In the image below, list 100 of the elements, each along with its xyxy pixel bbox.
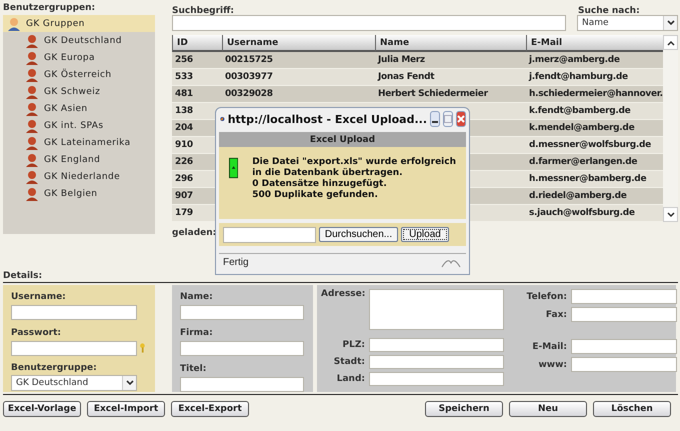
upload-note: geladen: — [172, 228, 216, 238]
field-label: PLZ: — [342, 340, 365, 350]
upload-button[interactable]: Upload — [401, 227, 449, 242]
column-header[interactable]: ID — [172, 35, 222, 52]
table-cell: d.messner@wolfsburg.de — [526, 137, 663, 154]
field-label: Benutzergruppe: — [11, 363, 98, 373]
table-cell: 481 — [172, 86, 222, 103]
tree-item[interactable]: GK Schweiz — [3, 83, 155, 100]
password-field[interactable] — [11, 340, 137, 356]
column-header[interactable]: Name — [375, 35, 526, 52]
tree-item[interactable]: GK Österreich — [3, 66, 155, 83]
text-field[interactable] — [180, 377, 304, 392]
user-icon — [25, 170, 39, 184]
details-label: Details: — [3, 271, 42, 281]
column-header[interactable]: E-Mail — [526, 35, 663, 52]
field-label: Land: — [336, 374, 365, 384]
field-label: www: — [537, 360, 567, 370]
search-mode-select[interactable]: Name — [577, 15, 678, 31]
tree-item[interactable]: GK Gruppen — [3, 15, 155, 32]
search-field[interactable] — [172, 15, 566, 31]
excel-button[interactable]: Excel-Export — [171, 401, 249, 417]
address-field[interactable] — [369, 289, 504, 330]
scroll-down-icon[interactable] — [663, 207, 678, 222]
field-label: Adresse: — [321, 289, 365, 299]
user-icon — [25, 68, 39, 82]
tree-item[interactable]: GK Deutschland — [3, 32, 155, 49]
text-field[interactable] — [180, 305, 304, 320]
action-button[interactable]: Speichern — [425, 401, 503, 417]
table-cell: 00329028 — [222, 86, 375, 103]
field-label: Passwort: — [11, 328, 62, 338]
search-label: Suchbegriff: — [172, 6, 234, 16]
table-cell: Julia Merz — [375, 52, 526, 69]
text-field[interactable] — [369, 355, 504, 369]
close-icon[interactable] — [456, 111, 466, 127]
text-field[interactable] — [369, 338, 504, 352]
user-icon — [25, 136, 39, 150]
status-text: Fertig — [223, 257, 249, 268]
user-icon — [25, 34, 39, 48]
user-icon — [25, 102, 39, 116]
tree-item[interactable]: GK Europa — [3, 49, 155, 66]
text-field[interactable] — [571, 289, 677, 304]
field-label: Name: — [180, 292, 214, 302]
user-icon — [25, 152, 39, 166]
field-label: Firma: — [180, 328, 214, 338]
user-icon — [25, 84, 39, 98]
action-button[interactable]: Neu — [509, 401, 587, 417]
table-cell: 00303977 — [222, 69, 375, 86]
message-line: 0 Datensätze hinzugefügt. — [252, 179, 388, 190]
minimize-icon[interactable] — [430, 111, 440, 127]
message-line: 500 Duplikate gefunden. — [252, 190, 379, 201]
tree-item[interactable]: GK int. SPAs — [3, 117, 155, 134]
tree-item[interactable]: GK Asien — [3, 100, 155, 117]
tree-item[interactable]: GK Niederlande — [3, 168, 155, 185]
tree-item[interactable]: GK England — [3, 151, 155, 168]
excel-button[interactable]: Excel-Vorlage — [3, 401, 81, 417]
field-label: Fax: — [544, 310, 567, 320]
field-label: Titel: — [180, 364, 208, 374]
table-cell: j.fendt@hamburg.de — [526, 69, 663, 86]
table-cell: k.mendel@amberg.de — [526, 120, 663, 137]
table-cell: d.riedel@amberg.de — [526, 188, 663, 205]
caret-icon — [663, 16, 677, 30]
table-cell: s.jauch@wolfsburg.de — [526, 205, 663, 222]
text-field[interactable] — [369, 372, 504, 386]
field-label: Username: — [11, 292, 67, 302]
text-field[interactable] — [571, 357, 677, 372]
table-cell: 533 — [172, 69, 222, 86]
table-cell: h.schiedermeier@hannover. — [526, 86, 663, 103]
field-label: E-Mail: — [531, 342, 567, 352]
text-field[interactable] — [571, 339, 677, 354]
table-cell: j.merz@amberg.de — [526, 52, 663, 69]
dialog-title: http://localhost - Excel Upload... — [228, 112, 427, 126]
dialog-heading: Excel Upload — [219, 132, 466, 147]
user-icon — [25, 186, 39, 200]
excel-button[interactable]: Excel-Import — [87, 401, 165, 417]
username-field[interactable] — [11, 305, 137, 320]
text-field[interactable] — [180, 341, 304, 356]
column-header[interactable]: Username — [222, 35, 375, 52]
groups-label: Benutzergruppen: — [3, 3, 96, 13]
action-button[interactable]: Löschen — [593, 401, 671, 417]
table-cell: Herbert Schiedermeier — [375, 86, 526, 103]
table-cell: d.farmer@erlangen.de — [526, 154, 663, 171]
group-select[interactable]: GK Deutschland — [11, 375, 137, 391]
table-cell: 256 — [172, 52, 222, 69]
file-field[interactable] — [223, 226, 316, 242]
user-icon — [25, 118, 39, 132]
field-label: Telefon: — [526, 292, 567, 302]
message-line: in die Datenbank übertragen. — [252, 168, 404, 179]
scroll-up-icon[interactable] — [663, 35, 678, 50]
tree-item[interactable]: GK Lateinamerika — [3, 134, 155, 151]
search-mode-label: Suche nach: — [578, 6, 641, 16]
caret-icon — [122, 376, 136, 390]
text-field[interactable] — [571, 307, 677, 322]
table-cell: k.fendt@bamberg.de — [526, 103, 663, 120]
tree-item[interactable]: GK Belgien — [3, 185, 155, 202]
table-cell: h.messner@bamberg.de — [526, 171, 663, 188]
user-icon — [25, 50, 39, 64]
browse-button[interactable]: Durchsuchen... — [319, 227, 398, 242]
scrollbar[interactable] — [663, 35, 678, 222]
user-icon — [7, 16, 21, 30]
field-label: Stadt: — [332, 357, 365, 367]
